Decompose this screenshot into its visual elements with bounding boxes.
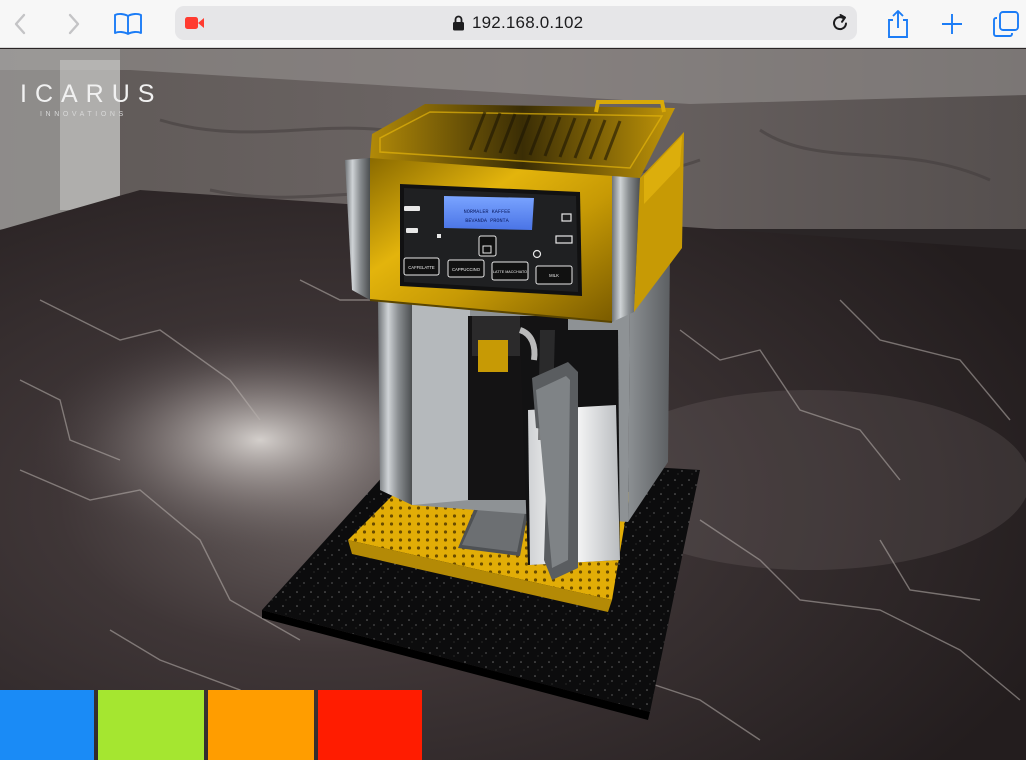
logo-name: ICARUS xyxy=(20,80,163,108)
screen-record-icon xyxy=(185,17,204,29)
milk-label: MILK xyxy=(549,273,559,278)
bookmarks-icon xyxy=(114,13,142,35)
cup-size-icon xyxy=(404,206,420,211)
lcd-line-1: NORMALER KAFFEE xyxy=(464,209,511,215)
forward-icon xyxy=(68,13,80,35)
reload-icon[interactable] xyxy=(829,12,851,34)
cappuccino-label: CAPPUCCINO xyxy=(452,267,481,272)
color-swatch-blue[interactable] xyxy=(0,690,94,760)
bookmarks-button[interactable] xyxy=(110,6,146,42)
color-swatch-orange[interactable] xyxy=(208,690,314,760)
ar-camera-view[interactable]: NORMALER KAFFEE BEVANDA PRONTA CAFFELATT… xyxy=(0,49,1026,760)
icarus-logo: ICARUS INNOVATIONS xyxy=(20,80,162,118)
color-swatch-red[interactable] xyxy=(318,690,422,760)
forward-button[interactable] xyxy=(56,6,92,42)
color-swatch-green[interactable] xyxy=(98,690,204,760)
power-icon xyxy=(406,228,418,233)
share-icon xyxy=(888,10,908,38)
tabs-button[interactable] xyxy=(988,6,1024,42)
back-button[interactable] xyxy=(2,6,38,42)
aroma-icon xyxy=(437,234,441,238)
new-tab-icon xyxy=(942,14,962,34)
lcd-line-2: BEVANDA PRONTA xyxy=(465,218,509,224)
ar-scene: NORMALER KAFFEE BEVANDA PRONTA CAFFELATT… xyxy=(0,49,1026,760)
url-text: 192.168.0.102 xyxy=(472,13,584,32)
browser-toolbar: 192.168.0.102 xyxy=(0,0,1026,48)
lock-icon xyxy=(453,15,464,31)
address-bar[interactable]: 192.168.0.102 xyxy=(175,6,857,40)
new-tab-button[interactable] xyxy=(934,6,970,42)
caffelatte-label: CAFFELATTE xyxy=(408,265,435,270)
latte-macchiato-label: LATTE MACCHIATO xyxy=(493,270,527,274)
logo-tagline: INNOVATIONS xyxy=(40,111,127,118)
back-icon xyxy=(14,13,26,35)
share-button[interactable] xyxy=(880,6,916,42)
tabs-icon xyxy=(993,11,1019,37)
